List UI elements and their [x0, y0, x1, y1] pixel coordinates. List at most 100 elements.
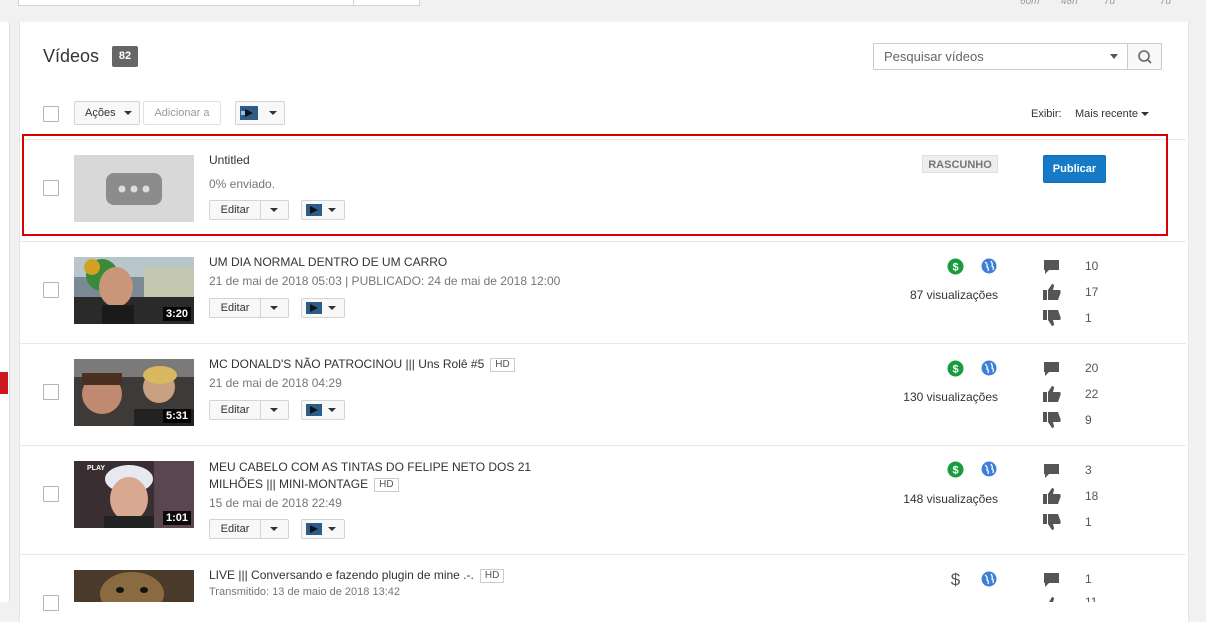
search-input[interactable]	[874, 44, 1124, 69]
edit-button[interactable]: Editar	[209, 400, 289, 420]
row-checkbox[interactable]	[43, 282, 59, 298]
divider	[20, 241, 1186, 242]
comment-icon[interactable]	[1043, 463, 1060, 479]
comment-count: 10	[1085, 259, 1099, 273]
monetization-icon[interactable]: $	[947, 360, 964, 377]
like-icon[interactable]	[1043, 386, 1061, 402]
add-to-button[interactable]: Adicionar a	[143, 101, 221, 125]
video-title[interactable]: LIVE ||| Conversando e fazendo plugin de…	[209, 568, 505, 583]
promo-logo-icon	[306, 404, 322, 416]
comment-icon[interactable]	[1043, 361, 1060, 377]
like-icon[interactable]	[1043, 488, 1061, 504]
dislike-count: 9	[1085, 413, 1092, 427]
dislike-icon[interactable]	[1043, 514, 1061, 530]
divider	[20, 554, 1186, 555]
actions-button[interactable]: Ações	[74, 101, 140, 125]
chevron-down-icon	[1141, 112, 1150, 117]
video-thumbnail[interactable]: 3:20	[74, 257, 194, 324]
like-count: 17	[1085, 285, 1099, 299]
video-title-text: LIVE ||| Conversando e fazendo plugin de…	[209, 568, 474, 582]
globe-icon[interactable]	[981, 571, 997, 587]
comment-icon[interactable]	[1043, 259, 1060, 275]
dollar-icon[interactable]: $	[947, 570, 964, 588]
edit-label: Editar	[220, 523, 250, 535]
view-count: 87 visualizações	[909, 288, 998, 302]
left-sidebar-edge	[0, 22, 10, 602]
globe-icon[interactable]	[981, 461, 997, 477]
row-checkbox[interactable]	[43, 486, 59, 502]
video-date: 21 de mai de 2018 05:03 | PUBLICADO: 24 …	[209, 274, 561, 288]
chevron-down-icon	[328, 408, 336, 412]
comment-icon[interactable]	[1043, 572, 1060, 588]
globe-icon[interactable]	[981, 258, 997, 274]
video-duration: 3:20	[162, 307, 191, 321]
edit-button[interactable]: Editar	[209, 298, 289, 318]
monetization-icon[interactable]: $	[947, 258, 964, 275]
sort-dropdown[interactable]: Mais recente	[1075, 108, 1150, 120]
video-title[interactable]: UM DIA NORMAL DENTRO DE UM CARRO	[209, 255, 447, 269]
dislike-icon[interactable]	[1043, 310, 1061, 326]
comment-count: 1	[1085, 572, 1092, 586]
search-button[interactable]	[1127, 43, 1162, 70]
promo-logo-icon	[240, 106, 258, 120]
stat-48h: 48h	[1061, 0, 1078, 7]
actions-label: Ações	[85, 107, 116, 119]
video-thumbnail[interactable]: PLAY 1:01	[74, 461, 194, 528]
like-icon[interactable]	[1043, 284, 1061, 300]
stat-7d-time: 7d	[1160, 0, 1172, 7]
hd-badge: HD	[490, 357, 515, 372]
chevron-down-icon	[269, 111, 277, 115]
promo-tool-button[interactable]	[301, 519, 345, 539]
hd-badge: HD	[479, 568, 505, 583]
video-title-line1[interactable]: MEU CABELO COM AS TINTAS DO FELIPE NETO …	[209, 460, 531, 474]
dislike-count: 1	[1085, 311, 1092, 325]
promo-tool-button[interactable]	[235, 101, 285, 125]
svg-text:$: $	[952, 262, 958, 274]
like-count: 18	[1085, 489, 1099, 503]
video-title-text: MC DONALD'S NÃO PATROCINOU ||| Uns Rolê …	[209, 357, 485, 371]
video-duration: 1:01	[162, 511, 191, 525]
edit-label: Editar	[220, 302, 250, 314]
dislike-icon[interactable]	[1043, 412, 1061, 428]
chevron-down-icon	[328, 306, 336, 310]
video-title[interactable]: MC DONALD'S NÃO PATROCINOU ||| Uns Rolê …	[209, 357, 515, 372]
comment-count: 3	[1085, 463, 1092, 477]
page-title: Vídeos	[43, 46, 100, 66]
row-checkbox[interactable]	[43, 595, 59, 611]
video-thumbnail[interactable]	[74, 570, 194, 602]
globe-icon[interactable]	[981, 360, 997, 376]
svg-text:$: $	[952, 465, 958, 477]
chevron-down-icon	[328, 527, 336, 531]
row-checkbox[interactable]	[43, 384, 59, 400]
dislike-count: 1	[1085, 515, 1092, 529]
comment-count: 20	[1085, 361, 1099, 375]
video-search[interactable]	[873, 43, 1162, 70]
edit-button[interactable]: Editar	[209, 519, 289, 539]
sidebar-active-marker	[0, 372, 8, 394]
view-count: 148 visualizações	[903, 492, 998, 506]
chevron-down-icon[interactable]	[270, 527, 278, 531]
video-duration: 5:31	[162, 409, 191, 423]
promo-tool-button[interactable]	[301, 400, 345, 420]
video-date: Transmitido: 13 de maio de 2018 13:42	[209, 586, 400, 598]
promo-tool-button[interactable]	[301, 298, 345, 318]
select-all-checkbox[interactable]	[43, 106, 59, 122]
chevron-down-icon	[123, 111, 132, 116]
monetization-icon[interactable]: $	[947, 461, 964, 478]
view-count: 130 visualizações	[903, 390, 998, 404]
video-thumbnail[interactable]: 5:31	[74, 359, 194, 426]
chevron-down-icon[interactable]	[270, 408, 278, 412]
thumbnail-overlay-text: PLAY	[87, 465, 106, 472]
edit-label: Editar	[220, 404, 250, 416]
video-title-line2[interactable]: MILHÕES ||| MINI-MONTAGE HD	[209, 477, 399, 492]
like-icon[interactable]	[1043, 597, 1061, 602]
sort-label: Exibir:	[1031, 108, 1062, 120]
top-strip: 60m 48h 7d 7d	[0, 0, 1206, 16]
like-count: 11	[1085, 597, 1097, 602]
search-dropdown-icon[interactable]	[1110, 54, 1118, 59]
top-search-box[interactable]	[18, 0, 420, 6]
video-title-text: MILHÕES ||| MINI-MONTAGE	[209, 477, 369, 491]
video-date: 21 de mai de 2018 04:29	[209, 376, 342, 390]
chevron-down-icon[interactable]	[270, 306, 278, 310]
divider	[20, 445, 1186, 446]
